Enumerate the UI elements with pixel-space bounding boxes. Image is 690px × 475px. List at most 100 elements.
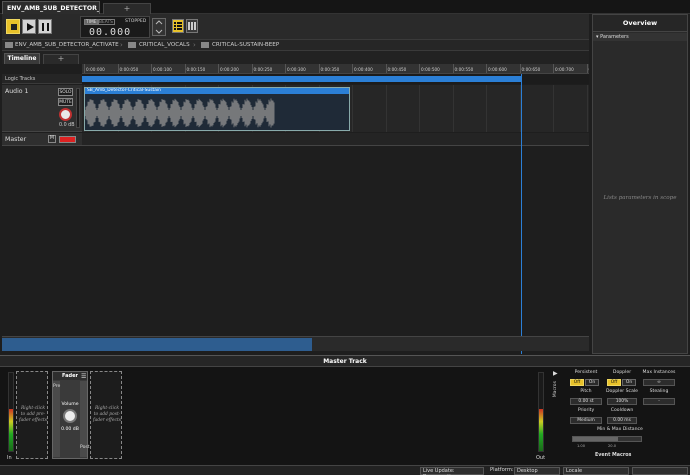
doppler-on-toggle[interactable]: On: [622, 379, 636, 386]
output-meter: [538, 372, 544, 452]
fader-module: Fader ☰ Pre Post Volume 0.00 dB: [52, 371, 90, 459]
breadcrumb-item[interactable]: ENV_AMB_SUB_DETECTOR_ACTIVATE: [15, 42, 119, 48]
list-icon: [174, 22, 182, 30]
audio-track-lane[interactable]: SB_Amb_Detector-Critical-Sustain: [82, 85, 589, 132]
platform-select[interactable]: Desktop: [514, 467, 560, 475]
add-tab-button[interactable]: +: [103, 3, 151, 14]
post-fader-hint: Right-click to add post-fader effects: [93, 406, 121, 423]
transport-bar: TIME BEATS STOPPED 00.000: [2, 14, 589, 40]
persistent-label: Persistent: [574, 370, 598, 375]
menu-icon[interactable]: ☰: [81, 373, 86, 380]
doppler-scale-label: Doppler Scale: [606, 389, 638, 394]
ruler-tick-line: [184, 64, 186, 73]
stealing-label: Stealing: [649, 389, 669, 394]
max-instances-label: Max Instances: [642, 370, 676, 375]
post-label: Post: [80, 445, 90, 450]
timeline-ruler[interactable]: 0:00:000 0:00:050 0:00:100 0:00:150 0:00:200…: [82, 64, 589, 74]
breadcrumb-item[interactable]: CRITICAL-SUSTAIN-BEEP: [212, 42, 279, 48]
timeline-end-marker[interactable]: [521, 74, 522, 354]
ruler-tick-line: [519, 64, 521, 73]
event-icon: [201, 42, 209, 48]
persistent-on-toggle[interactable]: On: [585, 379, 599, 386]
master-track-header[interactable]: Master M: [2, 133, 82, 146]
chevron-right-icon: ›: [120, 41, 123, 49]
ruler-tick-line: [586, 64, 588, 73]
priority-select[interactable]: Medium: [570, 417, 602, 424]
transport-state: STOPPED: [125, 19, 147, 24]
cooldown-field[interactable]: 0.00 ms: [607, 417, 637, 424]
pre-section: Pre: [53, 381, 60, 457]
overview-title: Overview: [593, 15, 687, 32]
pitch-field[interactable]: 0.00 st: [570, 398, 602, 405]
ruler-tick-label: 0:00:500: [421, 67, 440, 72]
mixer-view-button[interactable]: [186, 19, 198, 33]
timeline-empty-area[interactable]: [2, 147, 589, 335]
deck-title: Master Track: [0, 356, 690, 367]
ruler-tick-label: 0:00:150: [186, 67, 206, 72]
add-timeline-tab-button[interactable]: +: [43, 54, 79, 64]
pre-label: Pre: [53, 384, 61, 389]
scrollbar-thumb[interactable]: [2, 338, 312, 351]
audio-clip[interactable]: SB_Amb_Detector-Critical-Sustain: [84, 87, 350, 131]
ruler-tick-line: [553, 64, 554, 73]
ruler-tick-line: [151, 64, 152, 73]
event-macros-label: Event Macros: [595, 453, 632, 458]
timeline-region[interactable]: [82, 76, 522, 82]
track-name[interactable]: Audio 1: [5, 88, 29, 95]
loop-button[interactable]: [152, 18, 166, 36]
pre-fader-effects-slot[interactable]: Right-click to add pre-fader effects: [16, 371, 48, 459]
ruler-tick-label: 0:00:550: [454, 67, 474, 72]
master-track-lane[interactable]: [82, 133, 589, 146]
audio-track-header[interactable]: Audio 1 SOLO MUTE 0.0 dB: [2, 85, 82, 132]
master-volume-value: 0.00 dB: [61, 427, 79, 432]
live-update-status[interactable]: Live Update: Reconnecting: [420, 467, 484, 475]
logic-track-lane[interactable]: [82, 74, 589, 84]
post-fader-effects-slot[interactable]: Right-click to add post-fader effects: [90, 371, 122, 459]
waveform: [85, 98, 275, 128]
locale-select[interactable]: Locale: [563, 467, 629, 475]
track-meter: [76, 88, 80, 128]
mixer-icon: [188, 22, 196, 30]
grid-line: [419, 85, 420, 132]
parameters-hint: Lists parameters in scope: [603, 195, 677, 201]
min-max-distance-slider[interactable]: [572, 436, 642, 442]
breadcrumb: ENV_AMB_SUB_DETECTOR_ACTIVATE › CRITICAL…: [2, 40, 589, 51]
doppler-scale-field[interactable]: 100%: [607, 398, 637, 405]
volume-knob[interactable]: [59, 108, 72, 121]
ruler-tick-label: 0:00:650: [521, 67, 541, 72]
list-view-button[interactable]: [172, 19, 184, 33]
ruler-tick-label: 0:00:750: [589, 67, 590, 72]
play-button[interactable]: [22, 19, 36, 34]
min-max-distance-label: Min & Max Distance: [597, 427, 643, 432]
pause-button[interactable]: [38, 19, 52, 34]
tab-timeline[interactable]: Timeline: [4, 53, 40, 64]
status-bar: Live Update: Reconnecting Platform: Desk…: [0, 465, 690, 475]
breadcrumb-item[interactable]: CRITICAL_VOCALS: [139, 42, 190, 48]
stealing-select[interactable]: -: [643, 398, 675, 405]
tab-event[interactable]: ENV_AMB_SUB_DETECTOR_AC...: [2, 1, 100, 14]
deck-panel: Master Track In Right-click to add pre-f…: [0, 355, 690, 465]
mute-button[interactable]: MUTE: [58, 98, 73, 106]
master-meter: [59, 136, 76, 143]
persistent-off-toggle[interactable]: Off: [570, 379, 584, 386]
doppler-off-toggle[interactable]: Off: [607, 379, 621, 386]
macros-label: Macros: [553, 381, 558, 398]
timeline-tab-bar: Timeline +: [2, 51, 589, 64]
stop-button[interactable]: [6, 19, 20, 34]
master-volume-knob[interactable]: [63, 409, 77, 423]
overview-panel: Overview ▾ Parameters Lists parameters i…: [592, 14, 688, 354]
ruler-tick-line: [251, 64, 253, 73]
max-instances-field[interactable]: ∞: [643, 379, 675, 386]
input-meter: [8, 372, 14, 452]
output-label: Out: [536, 455, 546, 461]
timeline-scrollbar[interactable]: [2, 336, 589, 351]
macros-collapse-icon[interactable]: ▶: [553, 370, 558, 377]
master-mute-button[interactable]: M: [48, 135, 56, 143]
beats-mode-button[interactable]: BEATS: [97, 19, 115, 25]
status-extra-field[interactable]: [632, 467, 688, 475]
solo-button[interactable]: SOLO: [58, 88, 73, 96]
ruler-tick-label: 0:00:000: [86, 67, 105, 72]
stop-icon: [11, 24, 17, 30]
parameters-section-header[interactable]: ▾ Parameters: [593, 33, 687, 41]
ruler-tick-label: 0:00:200: [220, 67, 239, 72]
